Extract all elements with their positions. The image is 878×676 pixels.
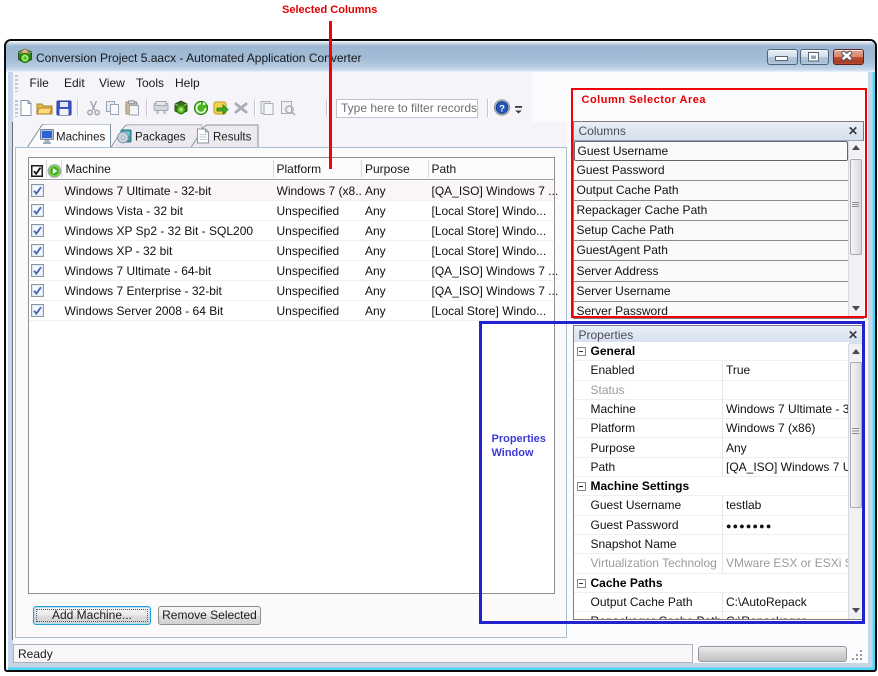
- svg-text:?: ?: [499, 103, 505, 114]
- svg-text:Packages: Packages: [135, 131, 186, 143]
- svg-text:Results: Results: [213, 131, 252, 143]
- svg-text:Machines: Machines: [56, 131, 105, 143]
